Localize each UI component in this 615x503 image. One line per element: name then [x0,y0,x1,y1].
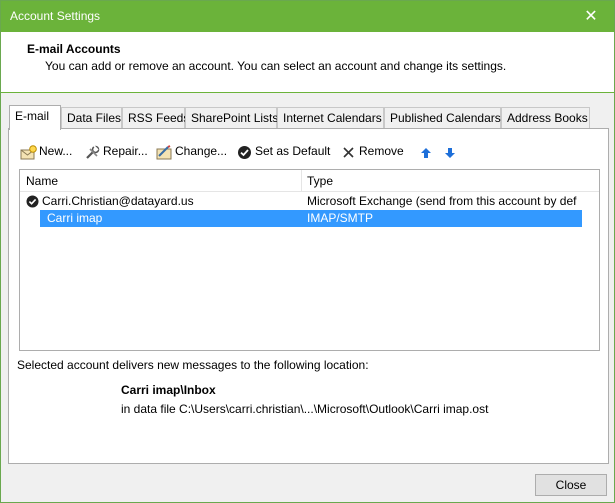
change-account-label: Change... [175,144,228,158]
tab-internet-calendars[interactable]: Internet Calendars [277,107,384,129]
tab-data-files[interactable]: Data Files [61,107,122,129]
column-header-type[interactable]: Type [307,174,333,188]
account-name: Carri.Christian@datayard.us [42,194,194,208]
tab-email[interactable]: E-mail [9,105,61,130]
accounts-list-header: Name Type [20,170,599,192]
repair-account-button[interactable]: Repair... [83,141,148,161]
column-divider[interactable] [301,170,302,192]
set-as-default-label: Set as Default [255,144,331,158]
account-settings-window: Account Settings ✕ E-mail Accounts You c… [0,0,615,503]
account-row-selected[interactable]: Carri imap IMAP/SMTP [20,210,599,227]
header-title: E-mail Accounts [27,42,121,56]
window-title: Account Settings [10,9,101,23]
arrow-down-icon [441,142,459,162]
account-type: Microsoft Exchange (send from this accou… [307,194,577,208]
new-account-label: New... [39,144,73,158]
move-up-button[interactable] [417,141,437,161]
tab-published-calendars[interactable]: Published Calendars [384,107,501,129]
account-type: IMAP/SMTP [307,211,374,225]
header-subtitle: You can add or remove an account. You ca… [45,59,507,73]
account-name: Carri imap [47,211,103,225]
wrench-icon [83,142,101,162]
set-as-default-button[interactable]: Set as Default [235,141,330,161]
new-mail-icon [19,142,37,162]
delivery-folder: Carri imap\Inbox [121,383,216,397]
account-row[interactable]: Carri.Christian@datayard.us Microsoft Ex… [20,193,599,210]
delivery-location-label: Selected account delivers new messages t… [17,358,369,372]
checkmark-circle-icon [235,142,253,162]
title-bar: Account Settings ✕ [1,1,614,32]
change-account-button[interactable]: Change... [155,141,227,161]
remove-x-icon [339,142,357,162]
tab-sharepoint-lists[interactable]: SharePoint Lists [185,107,278,129]
move-down-button[interactable] [441,141,461,161]
new-account-button[interactable]: New... [19,141,72,161]
header-banner: E-mail Accounts You can add or remove an… [1,32,614,93]
remove-account-label: Remove [359,144,404,158]
delivery-data-file: in data file C:\Users\carri.christian\..… [121,402,489,416]
window-close-icon[interactable]: ✕ [568,1,614,32]
repair-account-label: Repair... [103,144,148,158]
remove-account-button[interactable]: Remove [339,141,404,161]
arrow-up-icon [417,142,435,162]
close-button[interactable]: Close [535,474,607,496]
email-tab-panel: New... Repair... Change... Set as Defaul… [8,128,609,464]
tab-rss-feeds[interactable]: RSS Feeds [122,107,189,129]
change-settings-icon [155,142,173,162]
column-header-name[interactable]: Name [26,174,58,188]
tab-address-books[interactable]: Address Books [501,107,590,129]
accounts-list: Name Type Carri.Christian@datayard.us Mi… [19,169,600,351]
